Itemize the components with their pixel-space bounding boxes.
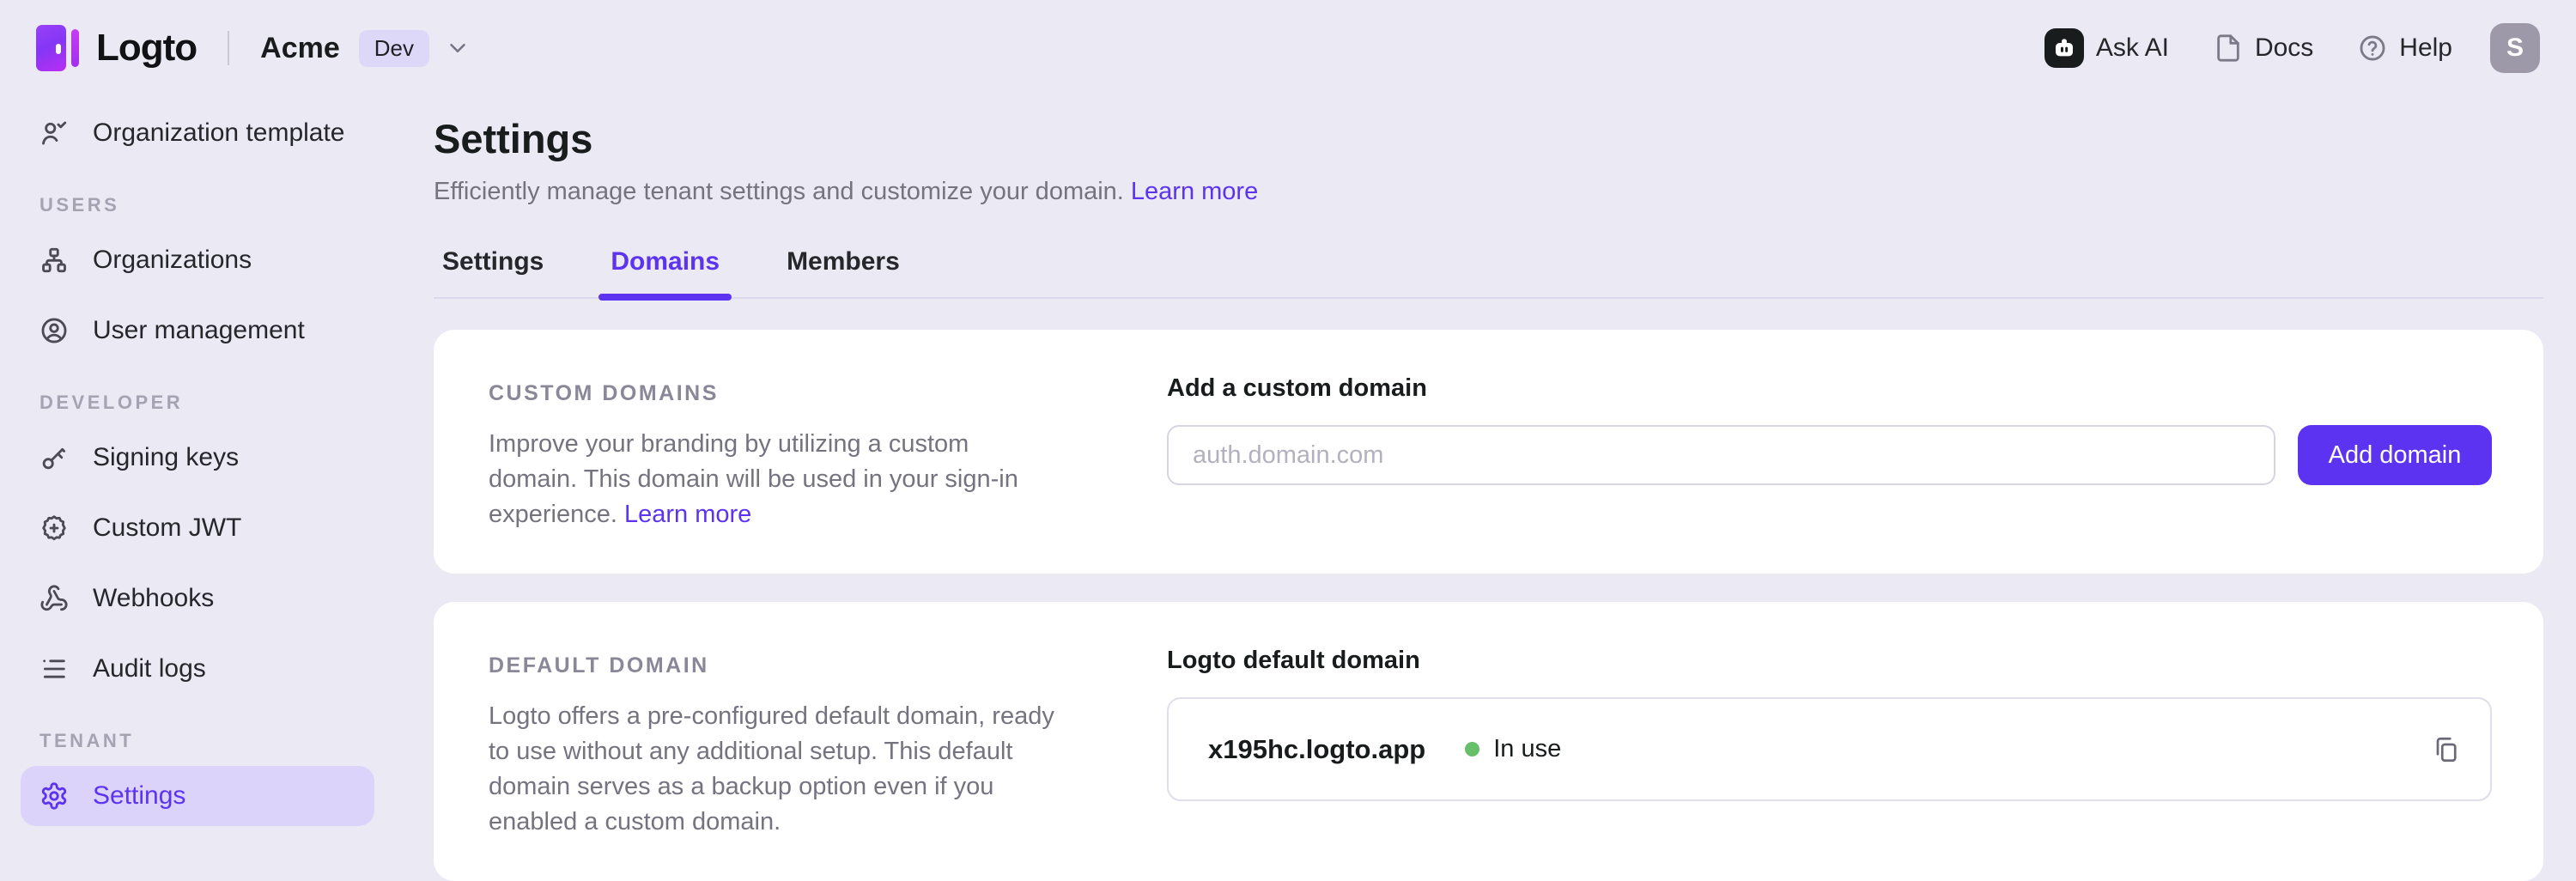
sidebar-item-label: Audit logs	[93, 654, 206, 684]
sidebar-item-custom-jwt[interactable]: Custom JWT	[21, 498, 374, 558]
tenant-name: Acme	[260, 32, 340, 65]
page-subtitle: Efficiently manage tenant settings and c…	[434, 178, 2543, 206]
sidebar-section-tenant: TENANT	[39, 730, 374, 752]
org-chart-icon	[39, 246, 69, 275]
help-circle-icon	[2358, 33, 2387, 63]
custom-domains-learn-more-link[interactable]: Learn more	[624, 501, 751, 528]
logo-door-shape	[36, 25, 66, 71]
subtitle-learn-more-link[interactable]: Learn more	[1131, 178, 1258, 205]
user-circle-icon	[39, 316, 69, 345]
status-badge: In use	[1493, 735, 1561, 763]
sidebar-item-settings[interactable]: Settings	[21, 766, 374, 826]
chevron-down-icon	[445, 35, 471, 61]
default-domain-value: x195hc.logto.app	[1208, 734, 1425, 765]
sidebar-section-users: USERS	[39, 194, 374, 216]
default-domain-heading: DEFAULT DOMAIN	[489, 653, 1055, 678]
sidebar-item-label: Organizations	[93, 246, 252, 275]
logto-logo-icon[interactable]	[36, 23, 79, 73]
tab-members[interactable]: Members	[778, 247, 908, 297]
ask-ai-button[interactable]: Ask AI	[2044, 28, 2169, 68]
custom-domain-input[interactable]	[1167, 425, 2275, 485]
gear-icon	[39, 781, 69, 811]
sidebar-item-label: Settings	[93, 781, 185, 811]
default-domain-description: Logto offers a pre-configured default do…	[489, 699, 1055, 840]
sidebar-item-signing-keys[interactable]: Signing keys	[21, 428, 374, 488]
tab-settings[interactable]: Settings	[434, 247, 552, 297]
brand-wordmark: Logto	[96, 27, 197, 70]
logo-handle-shape	[56, 44, 61, 54]
page-title: Settings	[434, 115, 2543, 162]
add-custom-domain-label: Add a custom domain	[1167, 374, 2492, 403]
custom-domains-description: Improve your branding by utilizing a cus…	[489, 427, 1055, 532]
person-check-icon	[39, 118, 69, 148]
docs-button[interactable]: Docs	[2214, 33, 2313, 63]
sidebar-item-label: Custom JWT	[93, 513, 241, 543]
help-button[interactable]: Help	[2358, 33, 2452, 63]
key-icon	[39, 443, 69, 472]
ask-ai-icon	[2044, 28, 2084, 68]
seal-plus-icon	[39, 513, 69, 543]
topbar-actions: Ask AI Docs Help S	[2000, 23, 2540, 73]
default-domain-card: DEFAULT DOMAIN Logto offers a pre-config…	[434, 602, 2543, 881]
docs-label: Docs	[2255, 33, 2313, 63]
sidebar-section-developer: DEVELOPER	[39, 392, 374, 414]
custom-domains-form: Add a custom domain Add domain	[1167, 371, 2492, 485]
tab-domains[interactable]: Domains	[602, 247, 728, 297]
add-domain-button[interactable]: Add domain	[2298, 425, 2492, 485]
sidebar-item-organization-template[interactable]: Organization template	[21, 103, 374, 163]
custom-domains-info: CUSTOM DOMAINS Improve your branding by …	[489, 371, 1055, 532]
custom-domains-heading: CUSTOM DOMAINS	[489, 381, 1055, 406]
help-label: Help	[2399, 33, 2452, 63]
custom-domains-description-text: Improve your branding by utilizing a cus…	[489, 430, 1018, 528]
status-dot	[1465, 742, 1479, 756]
sidebar-item-organizations[interactable]: Organizations	[21, 230, 374, 290]
default-domain-row: x195hc.logto.app In use	[1167, 697, 2492, 801]
custom-domains-card: CUSTOM DOMAINS Improve your branding by …	[434, 330, 2543, 574]
list-icon	[39, 654, 69, 684]
tab-bar: Settings Domains Members	[434, 247, 2543, 299]
logo-bar-shape	[71, 29, 79, 67]
topbar: Logto Acme Dev Ask AI Docs	[0, 0, 2576, 96]
sidebar-item-user-management[interactable]: User management	[21, 301, 374, 361]
topbar-divider	[228, 31, 229, 65]
page-subtitle-text: Efficiently manage tenant settings and c…	[434, 178, 1124, 205]
sidebar: Organization template USERS Organization…	[0, 96, 395, 859]
copy-button[interactable]	[2430, 734, 2461, 765]
logto-default-domain-label: Logto default domain	[1167, 647, 2492, 675]
webhook-icon	[39, 584, 69, 613]
sidebar-item-label: Signing keys	[93, 443, 239, 472]
sidebar-item-label: Webhooks	[93, 584, 214, 613]
tenant-selector[interactable]: Acme Dev	[260, 30, 471, 67]
document-icon	[2214, 33, 2243, 63]
main-content: Settings Efficiently manage tenant setti…	[395, 96, 2576, 859]
default-domain-info: DEFAULT DOMAIN Logto offers a pre-config…	[489, 643, 1055, 840]
sidebar-item-webhooks[interactable]: Webhooks	[21, 568, 374, 629]
sidebar-item-audit-logs[interactable]: Audit logs	[21, 639, 374, 699]
ask-ai-label: Ask AI	[2096, 33, 2169, 63]
default-domain-panel: Logto default domain x195hc.logto.app In…	[1167, 643, 2492, 801]
user-avatar[interactable]: S	[2490, 23, 2540, 73]
copy-icon	[2430, 734, 2461, 765]
sidebar-item-label: User management	[93, 316, 305, 345]
sidebar-item-label: Organization template	[93, 118, 345, 148]
tenant-env-badge: Dev	[359, 30, 429, 67]
